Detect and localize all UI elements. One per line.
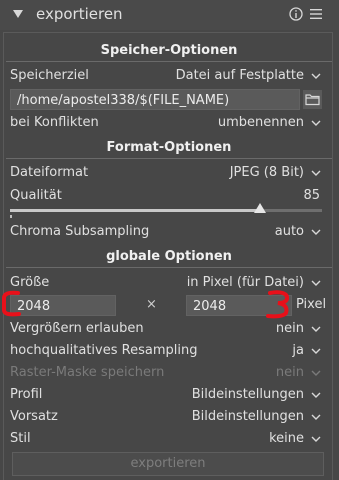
hq-value: ja [292,343,304,358]
conflict-label: bei Konflikten [10,115,99,130]
chevron-down-icon [311,120,321,126]
chroma-label: Chroma Subsampling [10,224,150,239]
slider-tick [10,215,12,218]
width-input[interactable]: 2048 [10,295,116,316]
intent-label: Vorsatz [10,409,58,424]
section-global: globale Optionen [6,248,332,268]
info-icon[interactable] [288,6,304,22]
unit-label: Pixel [296,297,327,312]
slider-handle-triangle-icon[interactable] [254,203,266,213]
red-bracket-annotation-right [266,290,290,319]
module-header[interactable]: exportieren [0,0,339,30]
profile-combobox[interactable]: Profil Bildeinstellungen [10,385,322,405]
chroma-value: auto [274,224,304,239]
fileformat-combobox[interactable]: Dateiformat JPEG (8 Bit) [10,163,322,183]
fileformat-label: Dateiformat [10,165,89,180]
chevron-down-icon [311,348,321,354]
section-format: Format-Optionen [6,139,332,159]
upscale-label: Vergrößern erlauben [10,321,144,336]
chevron-down-icon [311,436,321,442]
conflict-combobox[interactable]: bei Konflikten umbenennen [10,113,322,133]
intent-value: Bildeinstellungen [191,409,304,424]
storage-target-value: Datei auf Festplatte [175,68,304,83]
storage-target-combobox[interactable]: Speicherziel Datei auf Festplatte [10,66,322,86]
mask-label: Raster-Maske speichern [10,365,165,380]
chevron-down-icon [311,170,321,176]
chroma-combobox[interactable]: Chroma Subsampling auto [10,222,322,242]
mask-value: nein [275,365,304,380]
upscale-combobox[interactable]: Vergrößern erlauben nein [10,319,322,339]
module-title: exportieren [36,5,123,23]
profile-label: Profil [10,387,43,402]
upscale-value: nein [275,321,304,336]
chevron-down-icon [311,280,321,286]
chevron-down-icon [311,392,321,398]
conflict-value: umbenennen [217,115,304,130]
quality-value: 85 [303,188,320,203]
folder-icon[interactable] [303,90,322,109]
quality-label: Qualität [10,188,62,203]
chevron-down-icon [311,229,321,235]
chevron-down-icon [311,414,321,420]
quality-slider[interactable]: Qualität 85 [10,186,322,206]
fileformat-value: JPEG (8 Bit) [229,165,304,180]
export-path-input[interactable]: /home/apostel338/$(FILE_NAME) [10,89,300,110]
export-button[interactable]: exportieren [12,452,324,476]
collapse-triangle-icon[interactable] [12,8,24,20]
storage-target-label: Speicherziel [10,68,89,83]
quality-slider-fill [10,209,260,212]
intent-combobox[interactable]: Vorsatz Bildeinstellungen [10,407,322,427]
red-bracket-annotation-left [1,290,21,317]
hq-label: hochqualitatives Resampling [10,343,198,358]
style-combobox[interactable]: Stil keine [10,429,322,449]
style-value: keine [269,431,304,446]
raster-mask-combobox: Raster-Maske speichern nein [10,363,322,383]
style-label: Stil [10,431,31,446]
profile-value: Bildeinstellungen [191,387,304,402]
hamburger-menu-icon[interactable] [308,6,324,22]
chevron-down-icon [311,326,321,332]
hq-resampling-combobox[interactable]: hochqualitatives Resampling ja [10,341,322,361]
chevron-down-icon [311,73,321,79]
chevron-down-icon [311,370,321,376]
quality-slider-track[interactable] [10,209,322,212]
times-sign: × [146,297,157,312]
section-storage: Speicher-Optionen [6,42,332,62]
